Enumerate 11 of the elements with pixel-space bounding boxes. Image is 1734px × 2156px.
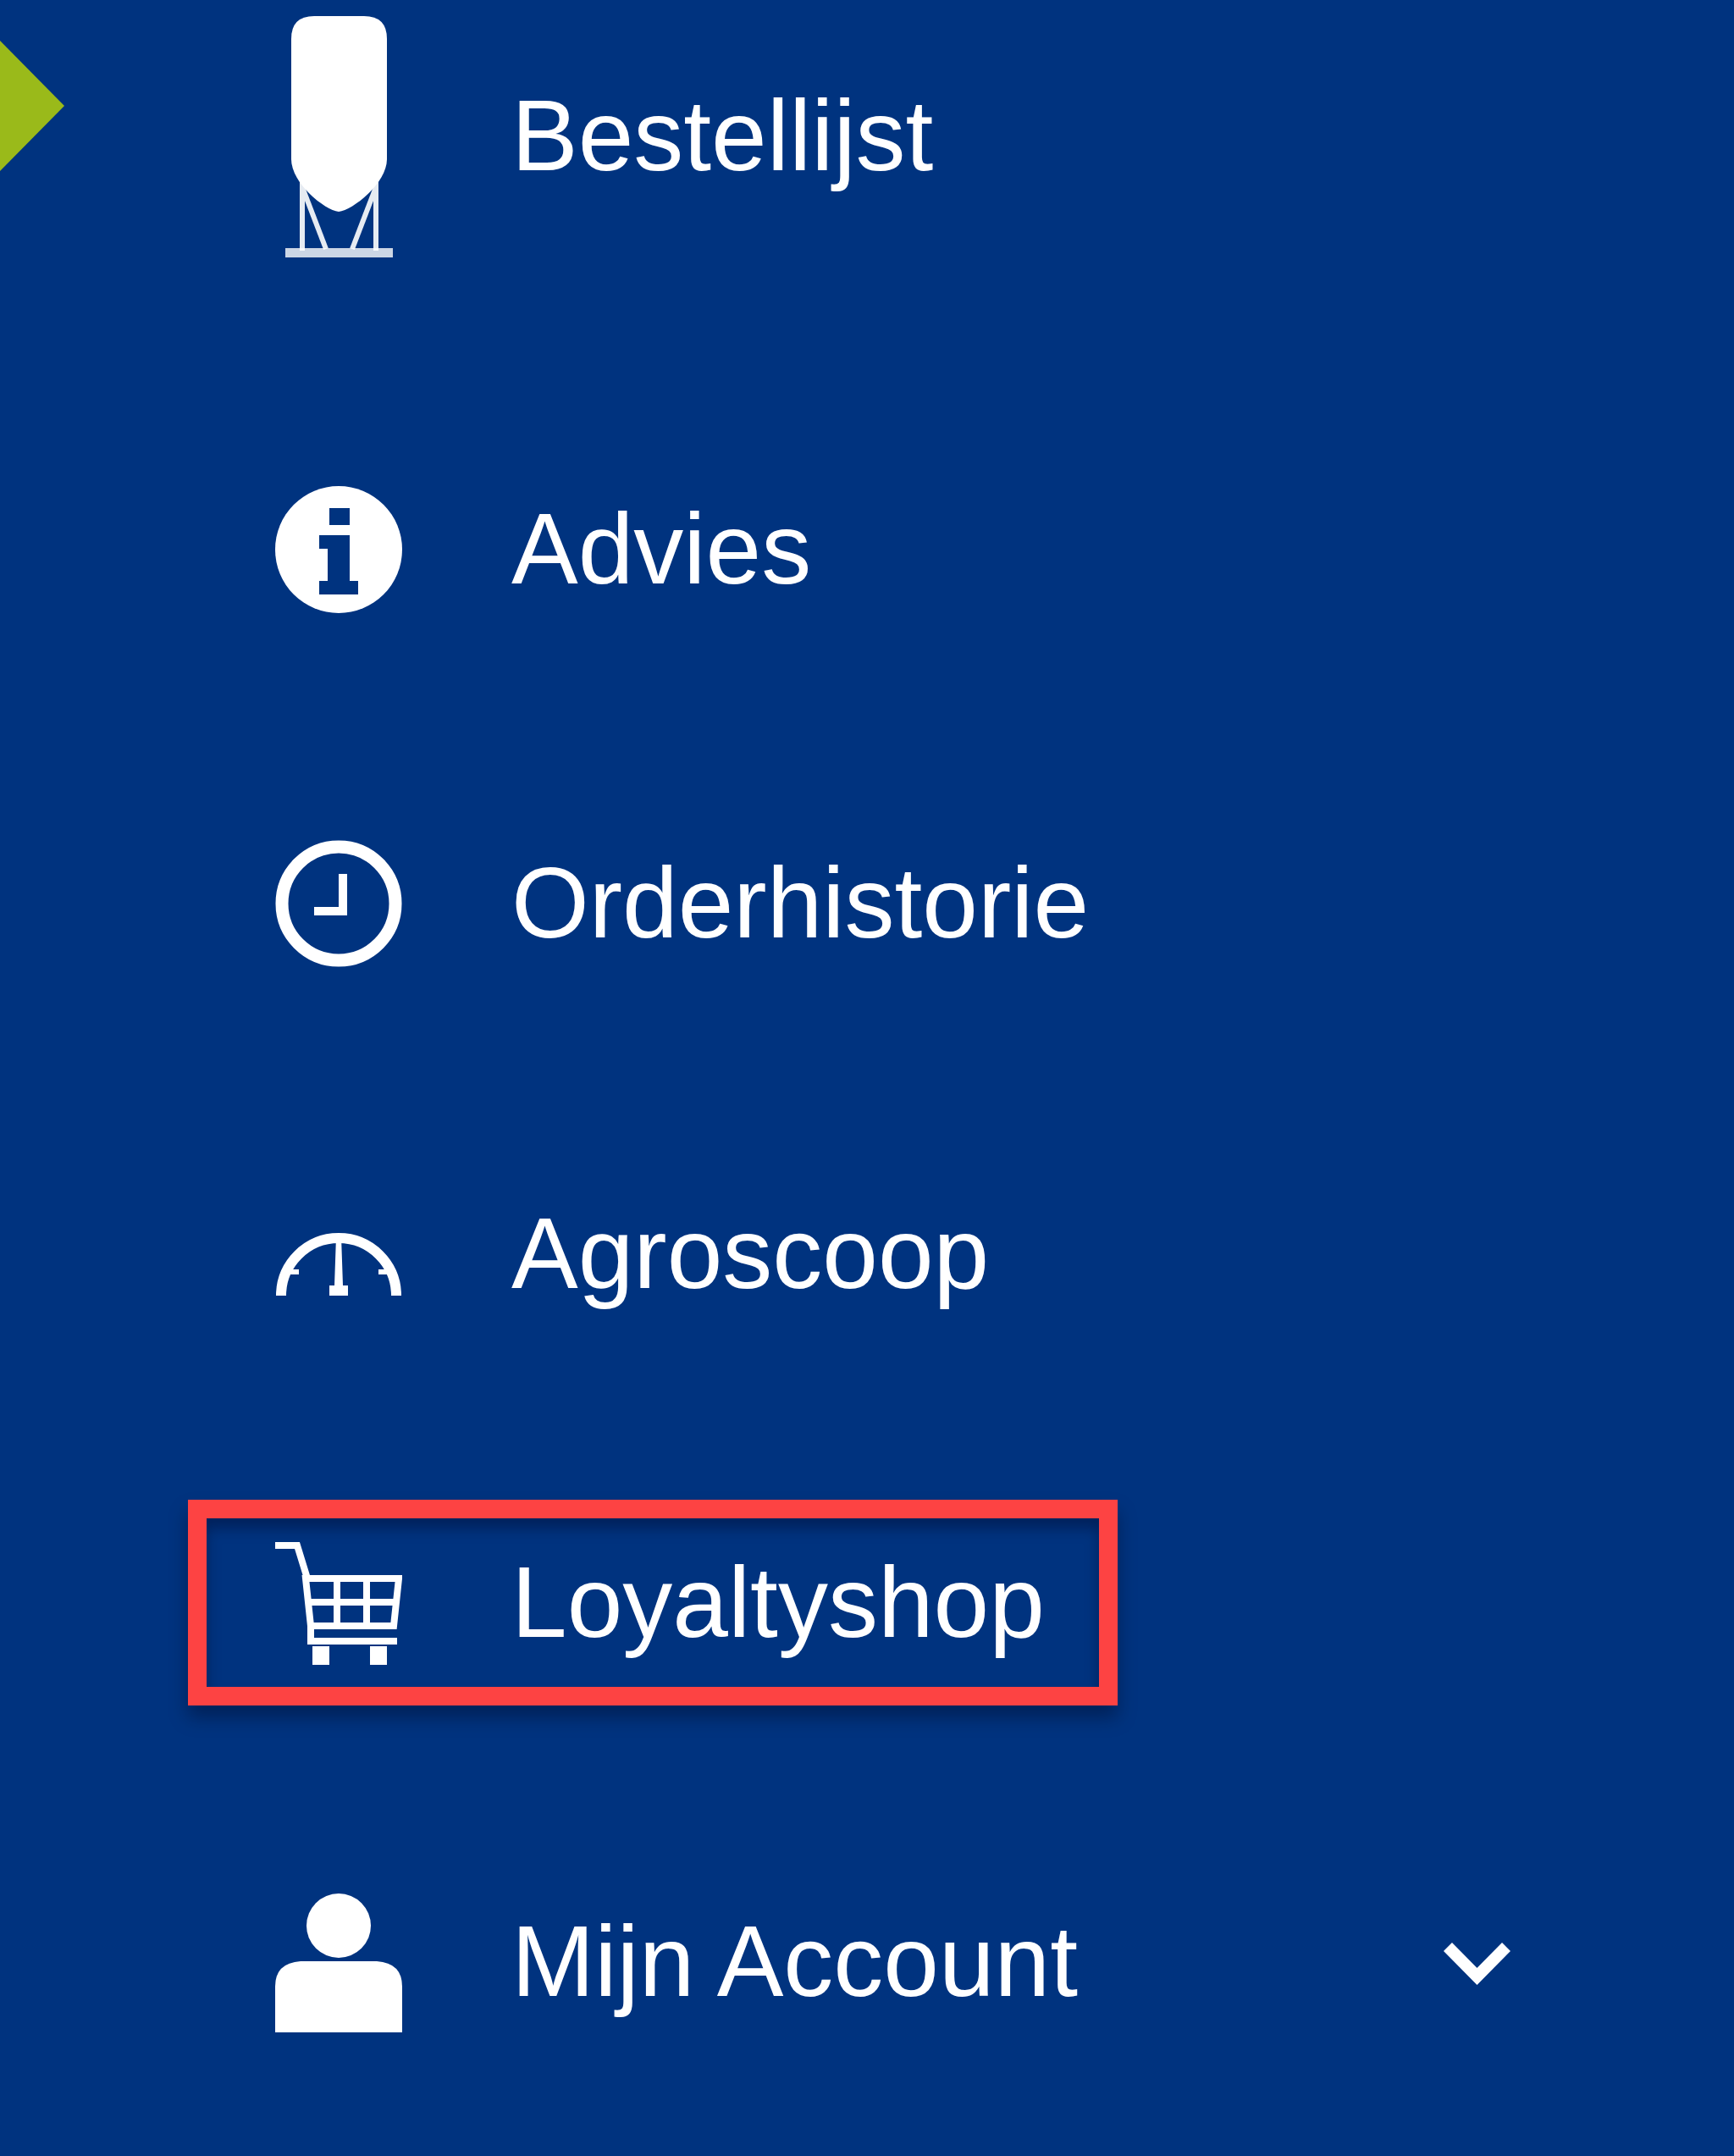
menu-item[interactable]: Orderhistorie: [188, 840, 1162, 967]
menu-item[interactable]: Advies: [188, 486, 885, 613]
menu-item[interactable]: Mijn Account: [188, 1891, 1586, 2032]
silo-icon: [284, 14, 393, 259]
shopping-cart-icon: [275, 1540, 402, 1665]
menu-item[interactable]: Bestellijst: [188, 14, 1007, 259]
clock-icon: [275, 840, 402, 967]
user-icon: [275, 1891, 402, 2032]
menu-item[interactable]: Agroscoop: [188, 1194, 1063, 1314]
info-icon: [275, 486, 402, 613]
menu-item[interactable]: Loyaltyshop: [188, 1500, 1118, 1706]
